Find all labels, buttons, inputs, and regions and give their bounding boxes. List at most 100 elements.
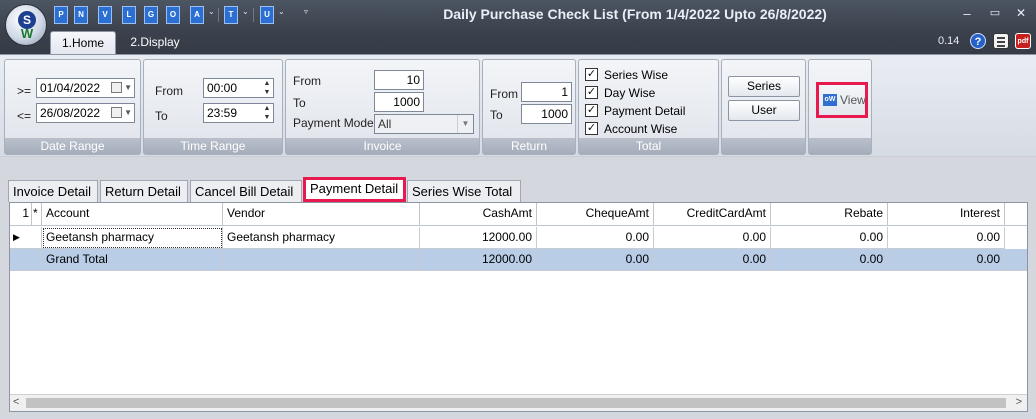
view-icon: oW [823,94,837,106]
total-cell-vendor[interactable] [223,249,420,271]
column-header-cashamt[interactable]: CashAmt [420,203,537,226]
pdf-icon[interactable]: pdf [1015,33,1031,49]
invoice-group: From 10 To 1000 Payment Mode All ▼ Invoi… [285,59,480,155]
time-from-label: From [155,84,183,98]
quick-o-button[interactable]: O [166,6,180,24]
row-indicator-icon[interactable]: ▶ [10,227,42,249]
total-group: ✓ Series Wise ✓ Day Wise ✓ Payment Detai… [578,59,719,155]
return-group: From 1 To 1000 Return [482,59,576,155]
time-to-spinner[interactable]: ▲ ▼ [262,104,272,122]
cell-cashamt[interactable]: 12000.00 [420,227,537,249]
scroll-right-icon[interactable]: > [1016,396,1022,408]
horizontal-scrollbar[interactable]: < > [10,394,1027,411]
quick-v-button[interactable]: V [98,6,112,24]
quick-u-button[interactable]: U [260,6,274,24]
minimize-button[interactable]: – [958,6,976,21]
to-date-input[interactable]: 26/08/2022 ▼ [36,103,135,123]
time-to-input[interactable]: 23:59 ▲ ▼ [203,103,274,123]
cell-creditcardamt[interactable]: 0.00 [654,227,771,249]
time-from-spinner[interactable]: ▲ ▼ [262,79,272,97]
invoice-to-input[interactable]: 1000 [374,92,424,112]
user-button[interactable]: User [728,100,800,121]
ribbon: >= 01/04/2022 ▼ <= 26/08/2022 ▼ Date Ran… [0,54,1036,156]
checkmark-icon[interactable]: ✓ [585,104,598,117]
date-range-caption: Date Range [5,138,140,154]
cell-rebate[interactable]: 0.00 [771,227,888,249]
time-to-value: 23:59 [207,106,238,120]
total-cell-account[interactable]: Grand Total [42,249,223,271]
window-title: Daily Purchase Check List (From 1/4/2022… [443,6,827,22]
column-header-creditcardamt[interactable]: CreditCardAmt [654,203,771,226]
quick-a-button[interactable]: A [190,6,204,24]
quick-l-button[interactable]: L [122,6,136,24]
payment-mode-label: Payment Mode [293,116,374,130]
calendar-icon[interactable] [111,107,122,118]
tab-display[interactable]: 2.Display [122,31,188,54]
chevron-down-icon[interactable]: ⌄ [242,7,249,16]
chevron-down-icon[interactable]: ▼ [124,104,132,122]
total-cell-rebate[interactable]: 0.00 [771,249,888,271]
close-button[interactable]: ✕ [1012,6,1030,20]
calendar-icon[interactable] [111,82,122,93]
to-date-value: 26/08/2022 [40,106,101,120]
quick-p-button[interactable]: P [54,6,68,24]
total-cell-interest[interactable]: 0.00 [888,249,1005,271]
payment-mode-value: All [378,117,392,131]
restore-button[interactable]: ▭ [986,6,1004,19]
cell-account[interactable]: Geetansh pharmacy [42,227,223,249]
tab-invoice-detail[interactable]: Invoice Detail [8,180,98,202]
quick-n-button[interactable]: N [74,6,88,24]
checkmark-icon[interactable]: ✓ [585,122,598,135]
tab-payment-detail[interactable]: Payment Detail [303,177,406,202]
chevron-down-icon[interactable]: ▼ [457,115,473,133]
tab-return-detail[interactable]: Return Detail [100,180,188,202]
title-bar: S W P N V L G O A ⌄ T ⌄ U ⌄ ▿ Daily Purc… [0,0,1036,54]
toolbar-divider [218,8,219,22]
total-cell-cashamt[interactable]: 12000.00 [420,249,537,271]
toolbar-divider [253,8,254,22]
column-header-account[interactable]: Account [42,203,223,226]
return-to-input[interactable]: 1000 [521,104,572,124]
quick-t-button[interactable]: T [224,6,238,24]
chevron-down-icon[interactable]: ▼ [124,79,132,97]
view-button[interactable]: oW View [816,82,868,118]
day-wise-label: Day Wise [604,86,656,100]
invoice-caption: Invoice [286,138,479,154]
time-from-input[interactable]: 00:00 ▲ ▼ [203,78,274,98]
help-icon[interactable]: ? [970,33,986,49]
chevron-down-icon[interactable]: ⌄ [278,7,285,16]
return-to-label: To [490,108,503,122]
cell-vendor[interactable]: Geetansh pharmacy [223,227,420,249]
total-caption: Total [579,138,718,154]
cell-chequeamt[interactable]: 0.00 [537,227,654,249]
column-header-interest[interactable]: Interest [888,203,1005,226]
return-from-label: From [490,87,518,101]
chevron-down-icon[interactable]: ⌄ [208,7,215,16]
header-row-number: 1 [10,203,32,226]
invoice-from-input[interactable]: 10 [374,70,424,90]
series-wise-label: Series Wise [604,68,669,82]
tab-home[interactable]: 1.Home [50,31,116,54]
total-cell-chequeamt[interactable]: 0.00 [537,249,654,271]
app-logo[interactable]: S W [5,4,47,46]
from-date-input[interactable]: 01/04/2022 ▼ [36,78,135,98]
series-user-group: Series User [721,59,806,155]
quick-g-button[interactable]: G [144,6,158,24]
document-icon[interactable] [993,33,1009,49]
scrollbar-thumb[interactable] [26,398,1006,408]
tab-series-wise-total[interactable]: Series Wise Total [407,180,521,202]
to-date-operator: <= [17,109,32,123]
total-cell-creditcardamt[interactable]: 0.00 [654,249,771,271]
column-header-chequeamt[interactable]: ChequeAmt [537,203,654,226]
series-button[interactable]: Series [728,76,800,97]
return-from-input[interactable]: 1 [521,82,572,102]
column-header-rebate[interactable]: Rebate [771,203,888,226]
tab-cancel-bill-detail[interactable]: Cancel Bill Detail [190,180,302,202]
payment-mode-select[interactable]: All ▼ [374,114,474,134]
cell-interest[interactable]: 0.00 [888,227,1005,249]
checkmark-icon[interactable]: ✓ [585,86,598,99]
time-range-caption: Time Range [144,138,282,154]
scroll-left-icon[interactable]: < [13,396,19,408]
checkmark-icon[interactable]: ✓ [585,68,598,81]
column-header-vendor[interactable]: Vendor [223,203,420,226]
